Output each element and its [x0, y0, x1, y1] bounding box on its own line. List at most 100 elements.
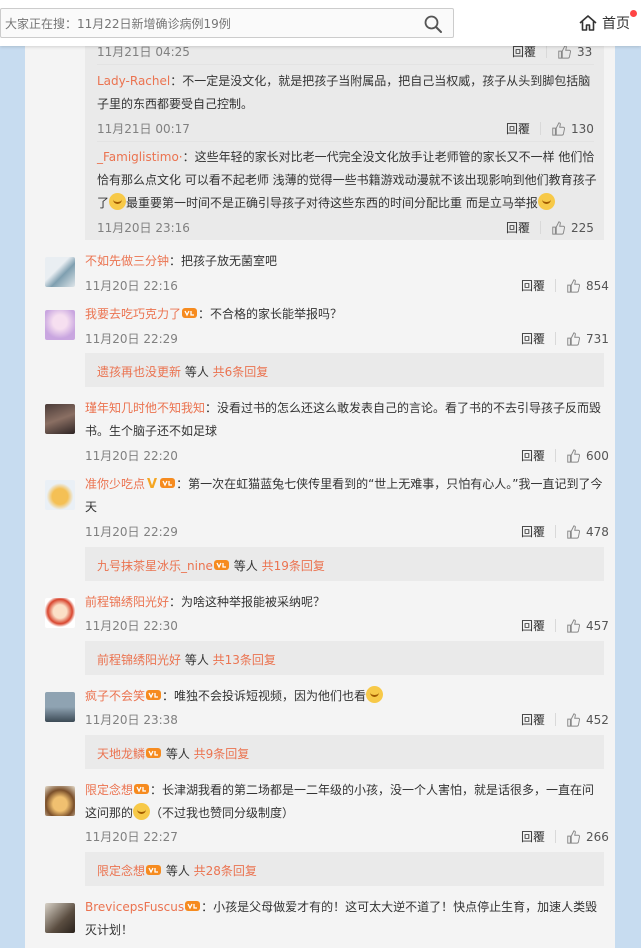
comment-time: 11月20日 22:29 [85, 332, 178, 346]
thumbs-up-icon [567, 278, 581, 293]
comment-username[interactable]: 准你少吃点 [85, 477, 145, 491]
like-button[interactable]: 457 [566, 619, 609, 633]
more-replies-user[interactable]: 遗孩再也没更新 [97, 365, 181, 379]
divider [555, 279, 557, 292]
more-replies[interactable]: 九号抹茶星冰乐_nine 等人 共19条回复 [97, 557, 325, 574]
comment-username[interactable]: 前程锦绣阳光好 [85, 595, 169, 609]
comment-username[interactable]: 我要去吃巧克力了 [85, 307, 181, 321]
comment-actions: 回覆 600 [521, 447, 609, 464]
member-badge-icon [134, 784, 150, 794]
more-replies[interactable]: 遗孩再也没更新 等人 共6条回复 [97, 363, 268, 380]
home-link[interactable]: 首页 [578, 10, 637, 34]
like-button[interactable]: 130 [551, 122, 594, 136]
comment-username[interactable]: 疯子不会笑 [85, 689, 145, 703]
comment-username[interactable]: 瑾年知几时他不知我知 [85, 401, 205, 415]
like-button[interactable]: 266 [566, 830, 609, 844]
comment: 准你少吃点 V ：第一次在虹猫蓝兔七侠传里看到的“世上无难事，只怕有心人。”我一直记… [85, 473, 605, 519]
like-button[interactable]: 225 [551, 221, 594, 235]
avatar[interactable] [45, 786, 75, 816]
avatar[interactable] [45, 310, 75, 340]
avatar[interactable] [45, 480, 75, 510]
divider [555, 449, 557, 462]
thumbs-up-icon [567, 448, 581, 463]
laugh-emoji-icon [109, 193, 127, 210]
comment-username[interactable]: 不如先做三分钟 [85, 254, 169, 268]
comment-actions: 回覆 266 [521, 828, 609, 845]
reply-button[interactable]: 回覆 [521, 330, 545, 347]
avatar[interactable] [45, 598, 75, 628]
reply-button[interactable]: 回覆 [521, 277, 545, 294]
member-badge-icon [182, 308, 198, 318]
more-replies-count[interactable]: 共28条回复 [194, 864, 257, 878]
more-replies[interactable]: 前程锦绣阳光好 等人 共13条回复 [97, 651, 276, 668]
verified-v-icon: V [147, 477, 158, 492]
comment-username[interactable]: Lady-Rachel [97, 74, 170, 88]
laugh-emoji-icon [133, 803, 151, 820]
comment: 前程锦绣阳光好：为啥这种举报能被采纳呢？ [85, 591, 605, 614]
reply-button[interactable]: 回覆 [521, 828, 545, 845]
like-button[interactable]: 478 [566, 525, 609, 539]
like-count: 854 [586, 278, 609, 293]
member-badge-icon [146, 865, 162, 875]
like-button[interactable]: 452 [566, 713, 609, 727]
like-count: 266 [586, 829, 609, 844]
search-input[interactable] [3, 13, 407, 35]
comment-actions: 回覆 457 [521, 617, 609, 634]
reply-button[interactable]: 回覆 [506, 120, 530, 137]
reply-button[interactable]: 回覆 [506, 219, 530, 236]
like-button[interactable]: 854 [566, 279, 609, 293]
comment-text: ：不一定是没文化，就是把孩子当附属品，把自己当权威，孩子从头到脚包括脑子里的东西… [97, 74, 591, 111]
comment-username[interactable]: BrevicepsFuscus [85, 900, 184, 914]
comment: 限定念想 ：长津湖我看的第二场都是一二年级的小孩，没一个人害怕，就是话很多，一直在… [85, 779, 605, 825]
member-badge-icon [185, 901, 201, 911]
like-button[interactable]: 731 [566, 332, 609, 346]
nested-comment: _Famiglistimo·：这些年轻的家长对比老一代完全没文化放手让老师管的家… [97, 146, 597, 215]
avatar[interactable] [45, 692, 75, 722]
more-replies-user[interactable]: 九号抹茶星冰乐_nine [97, 559, 213, 573]
thumbs-up-icon [567, 524, 581, 539]
comment-time: 11月21日 00:17 [97, 122, 190, 136]
like-button[interactable]: 600 [566, 449, 609, 463]
divider [555, 619, 557, 632]
doge-emoji-icon [366, 686, 384, 703]
more-replies-count[interactable]: 共13条回复 [213, 653, 276, 667]
member-badge-icon [146, 748, 162, 758]
comment-username[interactable]: 限定念想 [85, 783, 133, 797]
top-bar: 首页 [0, 0, 641, 46]
more-replies-user[interactable]: 天地龙鳞 [97, 747, 145, 761]
nested-comment: Lady-Rachel：不一定是没文化，就是把孩子当附属品，把自己当权威，孩子从… [97, 70, 592, 116]
avatar[interactable] [45, 903, 75, 933]
divider [555, 332, 557, 345]
more-replies-count[interactable]: 共9条回复 [194, 747, 250, 761]
notification-dot [630, 10, 637, 17]
more-replies-user[interactable]: 前程锦绣阳光好 [97, 653, 181, 667]
like-button[interactable]: 33 [557, 45, 592, 59]
divider [555, 830, 557, 843]
search-icon[interactable] [423, 14, 443, 34]
comment-actions: 回覆 478 [521, 523, 609, 540]
comment-time: 11月20日 22:29 [85, 525, 178, 539]
comment-text-cont: 最重要第一时间不是正确引导孩子对待这些东西的时间分配比重 而是立马举报 [126, 196, 538, 210]
comment-time: 11月20日 23:16 [97, 221, 190, 235]
more-replies[interactable]: 天地龙鳞 等人 共9条回复 [97, 745, 249, 762]
divider [97, 141, 594, 142]
like-count: 33 [577, 44, 593, 59]
more-replies[interactable]: 限定念想 等人 共28条回复 [97, 862, 257, 879]
like-count: 452 [586, 712, 609, 727]
comment: 疯子不会笑 ：唯独不会投诉短视频，因为他们也看 [85, 685, 605, 708]
reply-button[interactable]: 回覆 [521, 711, 545, 728]
reply-button[interactable]: 回覆 [521, 617, 545, 634]
more-replies-mid: 等人 [162, 747, 194, 761]
more-replies-count[interactable]: 共6条回复 [213, 365, 269, 379]
avatar[interactable] [45, 257, 75, 287]
reply-button[interactable]: 回覆 [521, 447, 545, 464]
more-replies-count[interactable]: 共19条回复 [262, 559, 325, 573]
more-replies-user[interactable]: 限定念想 [97, 864, 145, 878]
comment-username[interactable]: _Famiglistimo· [97, 150, 183, 164]
reply-button[interactable]: 回覆 [521, 523, 545, 540]
like-count: 130 [571, 121, 594, 136]
divider [555, 713, 557, 726]
divider [540, 221, 542, 234]
more-replies-mid: 等人 [162, 864, 194, 878]
avatar[interactable] [45, 404, 75, 434]
